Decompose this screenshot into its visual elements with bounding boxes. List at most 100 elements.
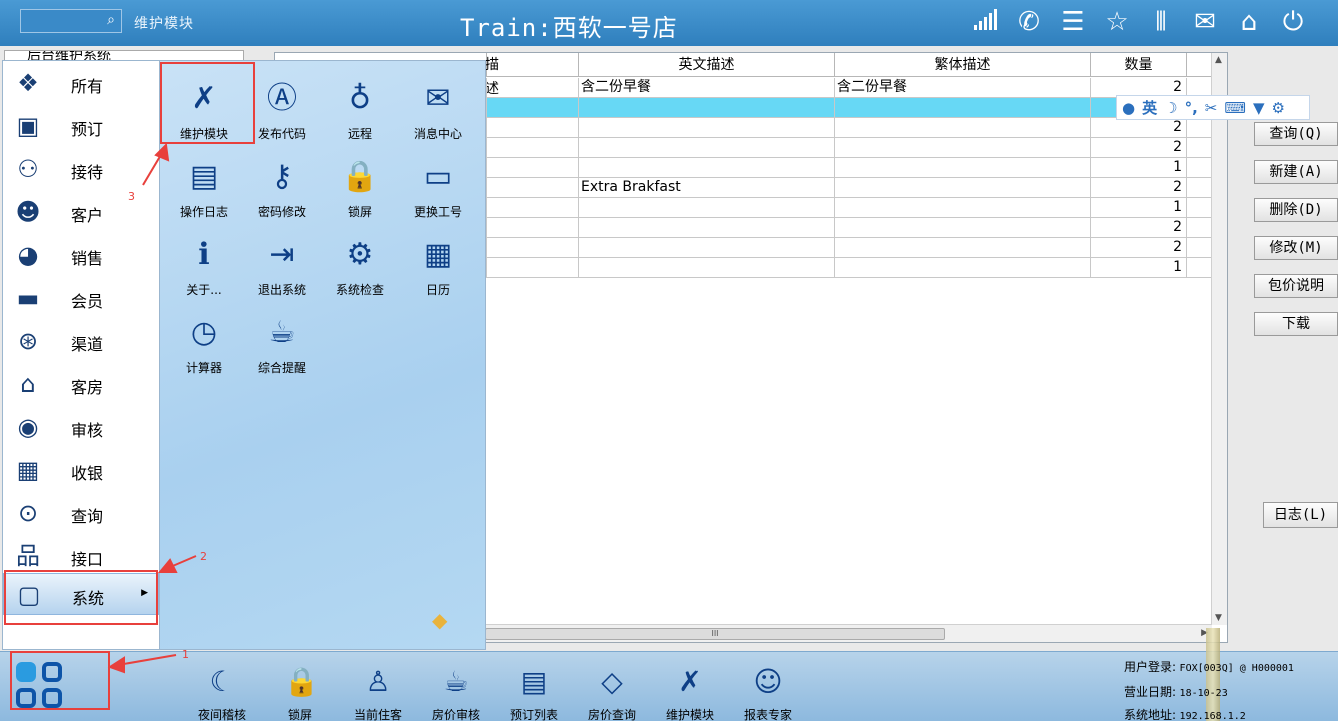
taskbar-button-label: 夜间稽核: [197, 708, 246, 721]
menu-tile-label: 计算器: [185, 361, 222, 375]
cell-spacer: [487, 158, 579, 178]
ime-toolbar[interactable]: ● 英 ☽ °, ✂ ⌨ ▼ ⚙: [1116, 95, 1310, 120]
menu-tile-label: 消息中心: [413, 127, 462, 141]
channel-icon: ⊛: [17, 327, 39, 355]
query-icon: ⊙: [17, 499, 39, 527]
menu-category-item[interactable]: ▦ 收银: [3, 449, 159, 491]
menu-tile[interactable]: ✉ 消息中心: [399, 63, 477, 141]
new-button[interactable]: 新建(A): [1254, 160, 1338, 184]
top-bar: ⌕ 维护模块 Train:西软一号店 ✆ ☰ ☆ ⦀ ✉ ⌂ ⏻: [0, 0, 1338, 46]
ime-scissors-icon[interactable]: ✂: [1205, 99, 1218, 117]
top-search-input[interactable]: ⌕: [20, 9, 122, 33]
vip-icon: ▬: [16, 284, 40, 312]
menu-tile-label: 密码修改: [257, 205, 306, 219]
menu-category-label: 审核: [71, 421, 104, 440]
header-en-desc[interactable]: 英文描述: [579, 53, 835, 77]
download-button[interactable]: 下载: [1254, 312, 1338, 336]
home-icon[interactable]: ⌂: [1234, 6, 1264, 38]
menu-category-item[interactable]: ⌂ 客房: [3, 363, 159, 405]
menu-tile[interactable]: ▦ 日历: [399, 219, 477, 297]
scroll-up-icon[interactable]: ▲: [1215, 55, 1222, 65]
search-icon[interactable]: ⌕: [107, 12, 115, 28]
menu-tile[interactable]: ☕ 综合提醒: [243, 297, 321, 375]
log-button[interactable]: 日志(L): [1263, 502, 1338, 528]
taskbar-button[interactable]: ♙ 当前住客: [342, 662, 414, 721]
menu-category-item[interactable]: ▣ 预订: [3, 105, 159, 147]
star-icon[interactable]: ☆: [1102, 6, 1132, 38]
hotel-title: Train:西软一号店: [460, 14, 678, 42]
taskbar-button-label: 房价查询: [587, 708, 636, 721]
menu-tile[interactable]: ⚙ 系统检查: [321, 219, 399, 297]
menu-category-label: 查询: [71, 507, 104, 526]
ime-mode[interactable]: 英: [1142, 97, 1157, 118]
menu-category-item[interactable]: ◕ 销售: [3, 234, 159, 276]
taskbar-button[interactable]: ☾ 夜间稽核: [186, 662, 258, 721]
menu-category-label: 收银: [71, 464, 104, 483]
header-qty[interactable]: 数量: [1091, 53, 1187, 77]
menu-tile[interactable]: 🔒 锁屏: [321, 141, 399, 219]
modify-button[interactable]: 修改(M): [1254, 236, 1338, 260]
annotation-number-3: 3: [128, 190, 135, 203]
cell-en-desc: [579, 118, 835, 138]
menu-tile[interactable]: ⇥ 退出系统: [243, 219, 321, 297]
menu-category-item[interactable]: ⊙ 查询: [3, 492, 159, 534]
mail-icon[interactable]: ✉: [1190, 6, 1220, 38]
annotation-number-2: 2: [200, 550, 207, 563]
signal-icon[interactable]: [970, 6, 1000, 38]
menu-category-item[interactable]: ▬ 会员: [3, 277, 159, 319]
menu-tile-label: 关于...: [186, 283, 222, 297]
taskbar-button[interactable]: ☕ 房价审核: [420, 662, 492, 721]
taskbar-button-label: 报表专家: [743, 708, 792, 721]
reception-icon: ⚇: [17, 155, 39, 183]
menu-category-item[interactable]: ☻ 客户: [3, 191, 159, 233]
ime-gear-icon[interactable]: ⚙: [1272, 99, 1285, 117]
taskbar-button-label: 维护模块: [665, 708, 714, 721]
cell-en-desc: [579, 198, 835, 218]
scroll-down-icon[interactable]: ▼: [1215, 613, 1222, 623]
taskbar-button[interactable]: ◇ 房价查询: [576, 662, 648, 721]
query-button[interactable]: 查询(Q): [1254, 122, 1338, 146]
cell-tw-desc: [835, 98, 1091, 118]
cell-spacer: [487, 138, 579, 158]
info-icon: ℹ: [198, 237, 210, 272]
columns-icon[interactable]: ⦀: [1146, 6, 1176, 38]
customer-icon: ☻: [15, 198, 41, 226]
status-date-label: 营业日期:: [1124, 685, 1177, 699]
gem-icon[interactable]: ◆: [432, 608, 447, 632]
phone-icon[interactable]: ✆: [1014, 6, 1044, 38]
exit-icon: ⇥: [269, 237, 295, 272]
taskbar-button[interactable]: ☺ 报表专家: [732, 662, 804, 721]
taskbar-button[interactable]: 🔒 锁屏: [264, 662, 336, 721]
list-icon[interactable]: ☰: [1058, 6, 1088, 38]
message-icon: ✉: [425, 81, 451, 116]
menu-tile[interactable]: ⚷ 密码修改: [243, 141, 321, 219]
ime-skin-icon[interactable]: ▼: [1253, 99, 1265, 117]
menu-tile[interactable]: ▤ 操作日志: [165, 141, 243, 219]
cell-en-desc: [579, 218, 835, 238]
ime-moon-icon[interactable]: ☽: [1164, 99, 1177, 117]
hscroll-thumb[interactable]: III: [485, 628, 945, 640]
menu-tile[interactable]: ◷ 计算器: [165, 297, 243, 375]
power-icon[interactable]: ⏻: [1278, 6, 1308, 38]
menu-category-item[interactable]: ❖ 所有: [3, 62, 159, 104]
menu-tile[interactable]: ▭ 更换工号: [399, 141, 477, 219]
ime-keyboard-icon[interactable]: ⌨: [1224, 99, 1246, 117]
menu-category-item[interactable]: ⊛ 渠道: [3, 320, 159, 362]
package-note-button[interactable]: 包价说明: [1254, 274, 1338, 298]
lock-icon: 🔒: [341, 159, 379, 194]
cell-qty: 2: [1091, 218, 1187, 238]
taskbar-button[interactable]: ▤ 预订列表: [498, 662, 570, 721]
taskbar-button[interactable]: ✗ 维护模块: [654, 662, 726, 721]
cell-spacer: [487, 98, 579, 118]
header-tw-desc[interactable]: 繁体描述: [835, 53, 1091, 77]
delete-button[interactable]: 删除(D): [1254, 198, 1338, 222]
menu-category-item[interactable]: ◉ 审核: [3, 406, 159, 448]
menu-category-item[interactable]: ⚇ 接待: [3, 148, 159, 190]
menu-tile[interactable]: ℹ 关于...: [165, 219, 243, 297]
ime-user-icon[interactable]: ●: [1122, 99, 1135, 117]
status-addr-value: 192.168.1.2: [1179, 711, 1246, 721]
ime-punct-icon[interactable]: °,: [1185, 99, 1198, 117]
vertical-scrollbar[interactable]: ▲ ▼: [1211, 53, 1227, 625]
cell-qty: 2: [1091, 178, 1187, 198]
menu-tile[interactable]: ♁ 远程: [321, 63, 399, 141]
